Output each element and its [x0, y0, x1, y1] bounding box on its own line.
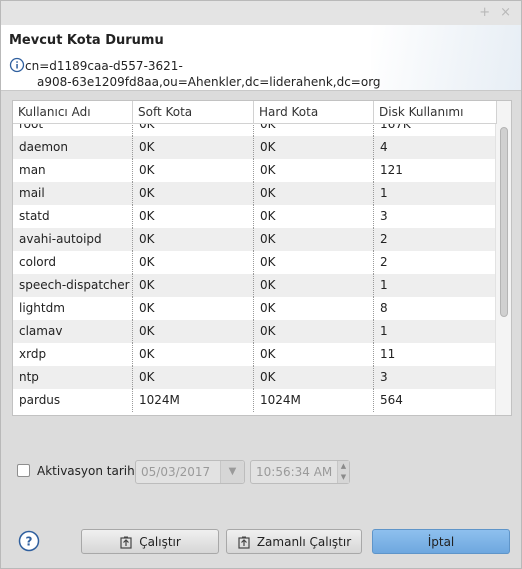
table-body: root 0K 0K 167K daemon 0K 0K 4 man 0K 0K 121 mail…	[13, 113, 497, 412]
cell-soft-quota: 0K	[133, 205, 254, 228]
table-header: Kullanıcı Adı Soft Kota Hard Kota Disk K…	[13, 101, 497, 124]
message-line-1: cn=d1189caa-d557-3621-	[25, 59, 183, 73]
scheduled-run-button[interactable]: Zamanlı Çalıştır	[226, 529, 362, 554]
cell-hard-quota: 0K	[254, 297, 374, 320]
date-value: 05/03/2017	[141, 465, 211, 479]
cell-username: ntp	[13, 366, 133, 389]
cell-hard-quota: 1024M	[254, 389, 374, 412]
cell-soft-quota: 0K	[133, 297, 254, 320]
cancel-button-label: İptal	[427, 534, 455, 549]
cell-soft-quota: 0K	[133, 251, 254, 274]
cell-disk-usage: 121	[380, 163, 403, 177]
message-line-2: a908-63e1209fd8aa,ou=Ahenkler,dc=liderah…	[37, 75, 381, 89]
table-row[interactable]: avahi-autoipd 0K 0K 2	[13, 228, 497, 251]
table-row[interactable]: xrdp 0K 0K 11	[13, 343, 497, 366]
cell-soft-quota: 0K	[133, 136, 254, 159]
cell-disk-usage: 1	[380, 278, 388, 292]
cell-disk-usage: 2	[380, 255, 388, 269]
activation-time-field[interactable]: 10:56:34 AM ▲ ▼	[250, 460, 350, 484]
cell-soft-quota: 0K	[133, 182, 254, 205]
cell-disk-usage: 8	[380, 301, 388, 315]
upload-icon	[120, 536, 132, 549]
cell-soft-quota: 0K	[133, 366, 254, 389]
time-spinner[interactable]: ▲ ▼	[337, 461, 349, 483]
maximize-icon[interactable]: +	[479, 5, 490, 20]
chevron-down-icon[interactable]: ▼	[220, 461, 244, 483]
dialog-title: Mevcut Kota Durumu	[9, 33, 164, 48]
cell-username: xrdp	[13, 343, 133, 366]
activation-date-checkbox[interactable]	[17, 464, 30, 477]
table-row[interactable]: ntp 0K 0K 3	[13, 366, 497, 389]
quota-table[interactable]: Kullanıcı Adı Soft Kota Hard Kota Disk K…	[12, 100, 512, 416]
vertical-scrollbar[interactable]	[495, 101, 511, 415]
cell-username: clamav	[13, 320, 133, 343]
table-row[interactable]: man 0K 0K 121	[13, 159, 497, 182]
cell-disk-usage: 4	[380, 140, 388, 154]
cell-hard-quota: 0K	[254, 182, 374, 205]
cell-disk-usage: 11	[380, 347, 396, 361]
table-row[interactable]: clamav 0K 0K 1	[13, 320, 497, 343]
cell-username: daemon	[13, 136, 133, 159]
column-header-hard-quota[interactable]: Hard Kota	[254, 101, 374, 124]
scrollbar-thumb[interactable]	[500, 127, 508, 317]
cell-username: statd	[13, 205, 133, 228]
quota-status-dialog: + × Mevcut Kota Durumu cn=d1189caa-d557-…	[0, 0, 522, 569]
scheduled-run-button-label: Zamanlı Çalıştır	[256, 534, 352, 549]
close-icon[interactable]: ×	[500, 5, 511, 20]
time-value: 10:56:34 AM	[256, 465, 333, 479]
column-header-disk-usage[interactable]: Disk Kullanımı	[374, 101, 497, 124]
svg-text:?: ?	[26, 535, 33, 549]
table-row[interactable]: lightdm 0K 0K 8	[13, 297, 497, 320]
cell-username: man	[13, 159, 133, 182]
run-button[interactable]: Çalıştır	[81, 529, 219, 554]
cell-username: pardus	[13, 389, 133, 412]
table-row[interactable]: statd 0K 0K 3	[13, 205, 497, 228]
cell-disk-usage: 1	[380, 186, 388, 200]
cell-hard-quota: 0K	[254, 228, 374, 251]
dialog-message: cn=d1189caa-d557-3621- a908-63e1209fd8aa…	[25, 58, 405, 90]
run-button-label: Çalıştır	[139, 534, 181, 549]
cell-hard-quota: 0K	[254, 320, 374, 343]
cell-username: avahi-autoipd	[13, 228, 133, 251]
column-header-username[interactable]: Kullanıcı Adı	[13, 101, 133, 124]
cell-username: lightdm	[13, 297, 133, 320]
dialog-header: Mevcut Kota Durumu cn=d1189caa-d557-3621…	[1, 25, 521, 91]
cell-hard-quota: 0K	[254, 366, 374, 389]
cell-soft-quota: 0K	[133, 274, 254, 297]
cell-disk-usage: 564	[380, 393, 403, 407]
title-bar: + ×	[1, 1, 521, 25]
cell-username: colord	[13, 251, 133, 274]
cell-hard-quota: 0K	[254, 274, 374, 297]
cell-disk-usage: 3	[380, 209, 388, 223]
cell-soft-quota: 0K	[133, 320, 254, 343]
activation-date-label: Aktivasyon tarihi	[37, 464, 139, 478]
cell-username: speech-dispatcher	[13, 274, 133, 297]
cell-hard-quota: 0K	[254, 205, 374, 228]
table-row[interactable]: pardus 1024M 1024M 564	[13, 389, 497, 412]
cell-soft-quota: 0K	[133, 228, 254, 251]
cell-hard-quota: 0K	[254, 159, 374, 182]
cell-hard-quota: 0K	[254, 136, 374, 159]
cell-soft-quota: 1024M	[133, 389, 254, 412]
cell-username: mail	[13, 182, 133, 205]
spin-down-icon[interactable]: ▼	[338, 472, 349, 483]
spin-up-icon[interactable]: ▲	[338, 461, 349, 472]
cell-hard-quota: 0K	[254, 343, 374, 366]
cancel-button[interactable]: İptal	[372, 529, 510, 554]
cell-disk-usage: 3	[380, 370, 388, 384]
upload-icon	[238, 536, 250, 549]
table-row[interactable]: mail 0K 0K 1	[13, 182, 497, 205]
cell-disk-usage: 1	[380, 324, 388, 338]
cell-hard-quota: 0K	[254, 251, 374, 274]
table-row[interactable]: colord 0K 0K 2	[13, 251, 497, 274]
cell-soft-quota: 0K	[133, 159, 254, 182]
help-icon[interactable]: ?	[18, 530, 40, 552]
activation-date-field[interactable]: 05/03/2017 ▼	[135, 460, 245, 484]
table-row[interactable]: speech-dispatcher 0K 0K 1	[13, 274, 497, 297]
column-header-soft-quota[interactable]: Soft Kota	[133, 101, 254, 124]
cell-disk-usage: 2	[380, 232, 388, 246]
cell-soft-quota: 0K	[133, 343, 254, 366]
table-row[interactable]: daemon 0K 0K 4	[13, 136, 497, 159]
